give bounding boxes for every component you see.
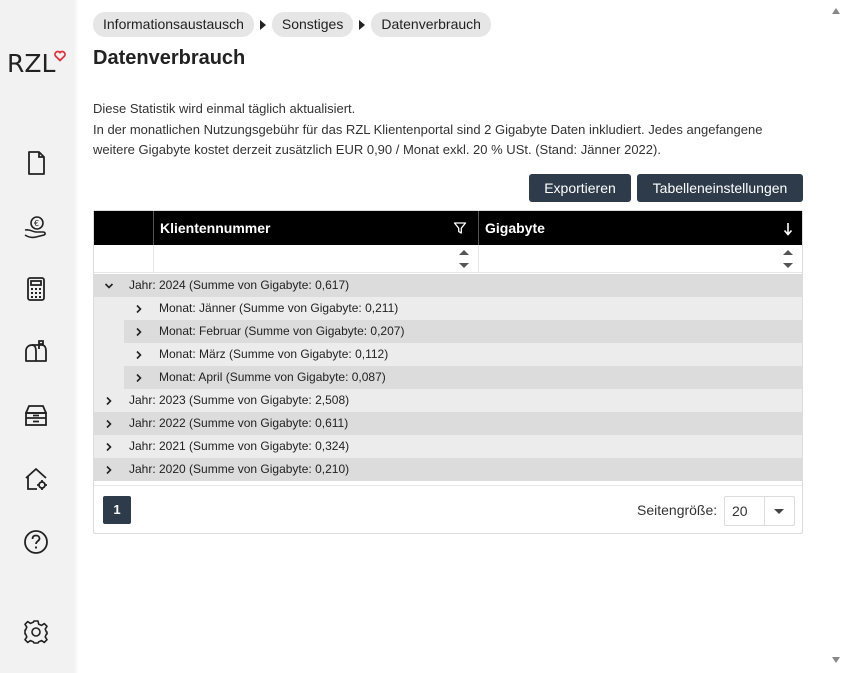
settings-icon[interactable] — [20, 616, 52, 648]
group-row-2024[interactable]: Jahr: 2024 (Summe von Gigabyte: 0,617) — [94, 274, 802, 297]
group-row-label: Jahr: 2022 (Summe von Gigabyte: 0,611) — [129, 416, 349, 430]
sidebar-shadow — [73, 0, 79, 673]
filter-row — [94, 245, 802, 273]
filter-icon[interactable] — [453, 221, 467, 235]
group-row-label: Monat: März (Summe von Gigabyte: 0,112) — [159, 347, 389, 361]
table-settings-button[interactable]: Tabelleneinstellungen — [637, 174, 803, 202]
chevron-right-icon[interactable] — [102, 389, 116, 412]
group-row-2024-februar[interactable]: Monat: Februar (Summe von Gigabyte: 0,20… — [94, 320, 802, 343]
mailbox-icon[interactable] — [20, 335, 52, 367]
stepper-down-icon[interactable] — [459, 263, 469, 268]
svg-text:€: € — [34, 219, 39, 228]
group-row-label: Jahr: 2023 (Summe von Gigabyte: 2,508) — [129, 393, 350, 407]
stepper-up-icon[interactable] — [783, 250, 793, 255]
group-row-2022[interactable]: Jahr: 2022 (Summe von Gigabyte: 0,611) — [94, 412, 802, 435]
chevron-down-icon[interactable] — [774, 509, 784, 514]
description-line-2: In der monatlichen Nutzungsgebühr für da… — [93, 121, 763, 158]
heart-icon — [54, 50, 66, 62]
gigabyte-filter-stepper[interactable] — [783, 250, 793, 268]
group-row-2023[interactable]: Jahr: 2023 (Summe von Gigabyte: 2,508) — [94, 389, 802, 412]
breadcrumb-separator-icon — [359, 19, 366, 30]
breadcrumb-item-informationsaustausch[interactable]: Informationsaustausch — [93, 12, 254, 37]
chevron-right-icon[interactable] — [102, 435, 116, 458]
group-row-label: Jahr: 2021 (Summe von Gigabyte: 0,324) — [129, 439, 350, 453]
breadcrumb-item-sonstiges[interactable]: Sonstiges — [271, 12, 354, 37]
group-row-label: Monat: Februar (Summe von Gigabyte: 0,20… — [159, 324, 405, 338]
page-size-label: Seitengröße: — [637, 502, 718, 518]
calculator-icon[interactable] — [20, 273, 52, 305]
chevron-right-icon[interactable] — [132, 366, 146, 389]
group-row-2024-maerz[interactable]: Monat: März (Summe von Gigabyte: 0,112) — [94, 343, 802, 366]
column-header-gigabyte[interactable]: Gigabyte — [479, 211, 802, 245]
page-button-1[interactable]: 1 — [103, 496, 131, 524]
select-divider — [764, 497, 765, 525]
pager: 1 Seitengröße: 20 — [94, 485, 802, 533]
group-row-label: Jahr: 2020 (Summe von Gigabyte: 0,210) — [129, 462, 350, 476]
column-header-klientennummer[interactable]: Klientennummer — [154, 211, 478, 245]
group-row-label: Monat: Jänner (Summe von Gigabyte: 0,211… — [159, 301, 399, 315]
logo-text: RZL — [7, 49, 56, 78]
sort-descending-icon[interactable] — [782, 222, 794, 236]
stepper-down-icon[interactable] — [783, 263, 793, 268]
chevron-right-icon[interactable] — [132, 297, 146, 320]
chevron-right-icon[interactable] — [102, 412, 116, 435]
column-header-label: Klientennummer — [160, 220, 271, 236]
row-indent — [94, 320, 124, 343]
chevron-right-icon[interactable] — [132, 343, 146, 366]
grid-header: Klientennummer Gigabyte — [94, 211, 802, 245]
group-row-label: Monat: April (Summe von Gigabyte: 0,087) — [159, 370, 386, 384]
document-icon[interactable] — [20, 147, 52, 179]
group-row-2021[interactable]: Jahr: 2021 (Summe von Gigabyte: 0,324) — [94, 435, 802, 458]
rzl-logo[interactable]: RZL — [7, 50, 67, 78]
page-title: Datenverbrauch — [93, 47, 246, 69]
chevron-right-icon[interactable] — [102, 458, 116, 481]
group-row-2024-jaenner[interactable]: Monat: Jänner (Summe von Gigabyte: 0,211… — [94, 297, 802, 320]
group-row-label: Jahr: 2024 (Summe von Gigabyte: 0,617) — [129, 278, 350, 292]
data-grid: Klientennummer Gigabyte Jahr: 2024 (Summ… — [93, 210, 803, 534]
chevron-down-icon[interactable] — [102, 274, 116, 297]
sidebar: RZL € — [0, 0, 73, 673]
stepper-up-icon[interactable] — [459, 250, 469, 255]
archive-box-icon[interactable] — [20, 399, 52, 431]
help-icon[interactable] — [20, 526, 52, 558]
scroll-down-arrow-icon[interactable] — [832, 657, 840, 663]
column-header-label: Gigabyte — [485, 220, 545, 236]
money-hand-icon[interactable]: € — [20, 211, 52, 243]
group-row-2024-april[interactable]: Monat: April (Summe von Gigabyte: 0,087) — [94, 366, 802, 389]
scroll-up-arrow-icon[interactable] — [832, 8, 840, 14]
breadcrumb: Informationsaustausch Sonstiges Datenver… — [93, 12, 491, 37]
row-indent — [94, 366, 124, 389]
klientennummer-filter-stepper[interactable] — [459, 250, 469, 268]
description-line-1: Diese Statistik wird einmal täglich aktu… — [93, 101, 356, 116]
chevron-right-icon[interactable] — [132, 320, 146, 343]
group-row-2020[interactable]: Jahr: 2020 (Summe von Gigabyte: 0,210) — [94, 458, 802, 481]
page-size-select[interactable]: 20 — [724, 496, 795, 526]
export-button[interactable]: Exportieren — [529, 174, 631, 202]
breadcrumb-separator-icon — [259, 19, 266, 30]
page-description: Diese Statistik wird einmal täglich aktu… — [93, 99, 805, 161]
house-gear-icon[interactable] — [20, 463, 52, 495]
column-divider — [153, 245, 154, 273]
column-divider — [478, 245, 479, 273]
page-size-value: 20 — [732, 503, 748, 519]
breadcrumb-item-datenverbrauch[interactable]: Datenverbrauch — [371, 12, 491, 37]
